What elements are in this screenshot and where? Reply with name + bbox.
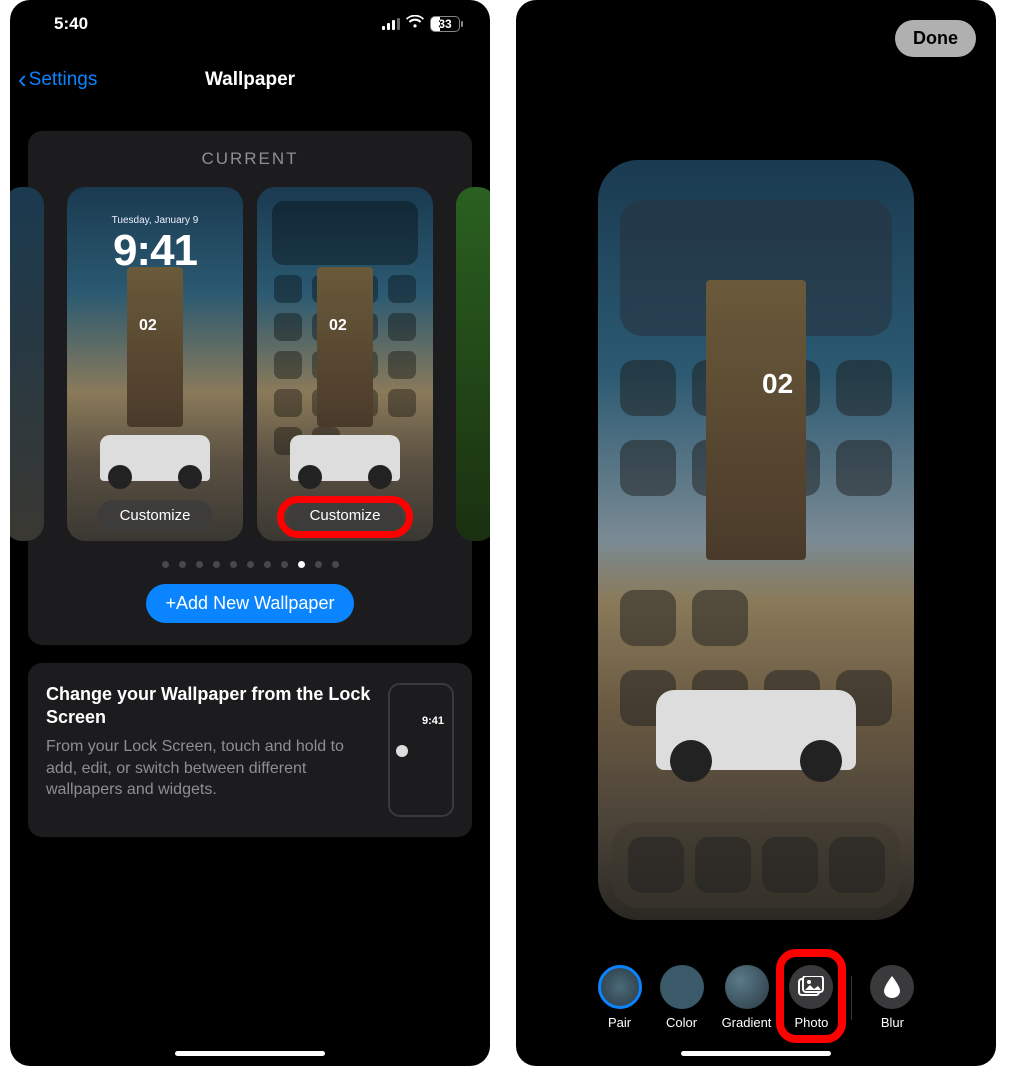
status-right: 33 [382, 15, 460, 34]
tip-thumbnail-dot [396, 745, 408, 757]
option-blur[interactable]: Blur [870, 965, 914, 1030]
dock [612, 822, 900, 908]
cellular-signal-icon [382, 18, 400, 30]
option-pair[interactable]: Pair [598, 965, 642, 1030]
option-label: Pair [608, 1015, 631, 1030]
back-button[interactable]: ‹ Settings [18, 64, 97, 95]
tip-text: Change your Wallpaper from the Lock Scre… [46, 683, 374, 817]
home-indicator[interactable] [175, 1051, 325, 1056]
wallpaper-building-art [706, 280, 806, 560]
option-label: Color [666, 1015, 697, 1030]
option-photo[interactable]: Photo [789, 965, 833, 1030]
blur-icon [870, 965, 914, 1009]
homescreen-widget-placeholder [272, 201, 418, 265]
tip-body: From your Lock Screen, touch and hold to… [46, 736, 374, 801]
wifi-icon [406, 15, 424, 34]
option-label: Gradient [722, 1015, 772, 1030]
chevron-left-icon: ‹ [18, 64, 27, 95]
back-label: Settings [29, 69, 98, 91]
current-section-label: CURRENT [28, 149, 472, 169]
tip-title: Change your Wallpaper from the Lock Scre… [46, 683, 374, 728]
tip-thumbnail: 9:41 [388, 683, 454, 817]
next-wallpaper-peek[interactable] [456, 187, 490, 541]
add-new-wallpaper-button[interactable]: +Add New Wallpaper [146, 584, 355, 623]
homescreen-preview[interactable]: Customize [257, 187, 433, 541]
lockscreen-preview[interactable]: Tuesday, January 9 9:41 Customize [67, 187, 243, 541]
option-color[interactable]: Color [660, 965, 704, 1030]
status-bar: 5:40 33 [10, 0, 490, 42]
lockscreen-tip-card: Change your Wallpaper from the Lock Scre… [28, 663, 472, 837]
wallpaper-building-art [317, 267, 373, 427]
option-gradient[interactable]: Gradient [722, 965, 772, 1030]
home-screen-preview[interactable] [598, 160, 914, 920]
option-label: Blur [881, 1015, 904, 1030]
wallpaper-building-art [127, 267, 183, 427]
settings-wallpaper-screen: 5:40 33 ‹ Settings Wallpaper CURRENT Tue… [10, 0, 490, 1066]
pair-swatch-icon [598, 965, 642, 1009]
nav-bar: ‹ Settings Wallpaper [10, 42, 490, 117]
wallpaper-car-art [290, 435, 400, 481]
divider [851, 976, 852, 1020]
wallpaper-car-art [100, 435, 210, 481]
photo-icon [789, 965, 833, 1009]
option-label: Photo [794, 1015, 828, 1030]
customize-options-bar: Pair Color Gradient Photo Blur [516, 965, 996, 1030]
app-icons-row [620, 590, 892, 646]
battery-percent: 33 [431, 17, 459, 31]
previous-wallpaper-peek[interactable] [10, 187, 44, 541]
carousel-page-indicator[interactable] [28, 561, 472, 568]
customize-home-screen: Done Pair Color Gradient Photo [516, 0, 996, 1066]
color-swatch-icon [660, 965, 704, 1009]
status-time: 5:40 [54, 14, 88, 34]
current-wallpaper-card: CURRENT Tuesday, January 9 9:41 Customiz… [28, 131, 472, 645]
wallpaper-preview-carousel[interactable]: Tuesday, January 9 9:41 Customize Custom… [28, 187, 472, 541]
done-button[interactable]: Done [895, 20, 976, 57]
home-indicator[interactable] [681, 1051, 831, 1056]
wallpaper-car-art [656, 690, 856, 770]
customize-homescreen-button[interactable]: Customize [288, 500, 403, 531]
tip-thumbnail-time: 9:41 [422, 715, 444, 727]
gradient-swatch-icon [725, 965, 769, 1009]
lockscreen-date: Tuesday, January 9 [112, 215, 199, 226]
customize-lockscreen-button[interactable]: Customize [98, 500, 213, 531]
battery-icon: 33 [430, 16, 460, 32]
